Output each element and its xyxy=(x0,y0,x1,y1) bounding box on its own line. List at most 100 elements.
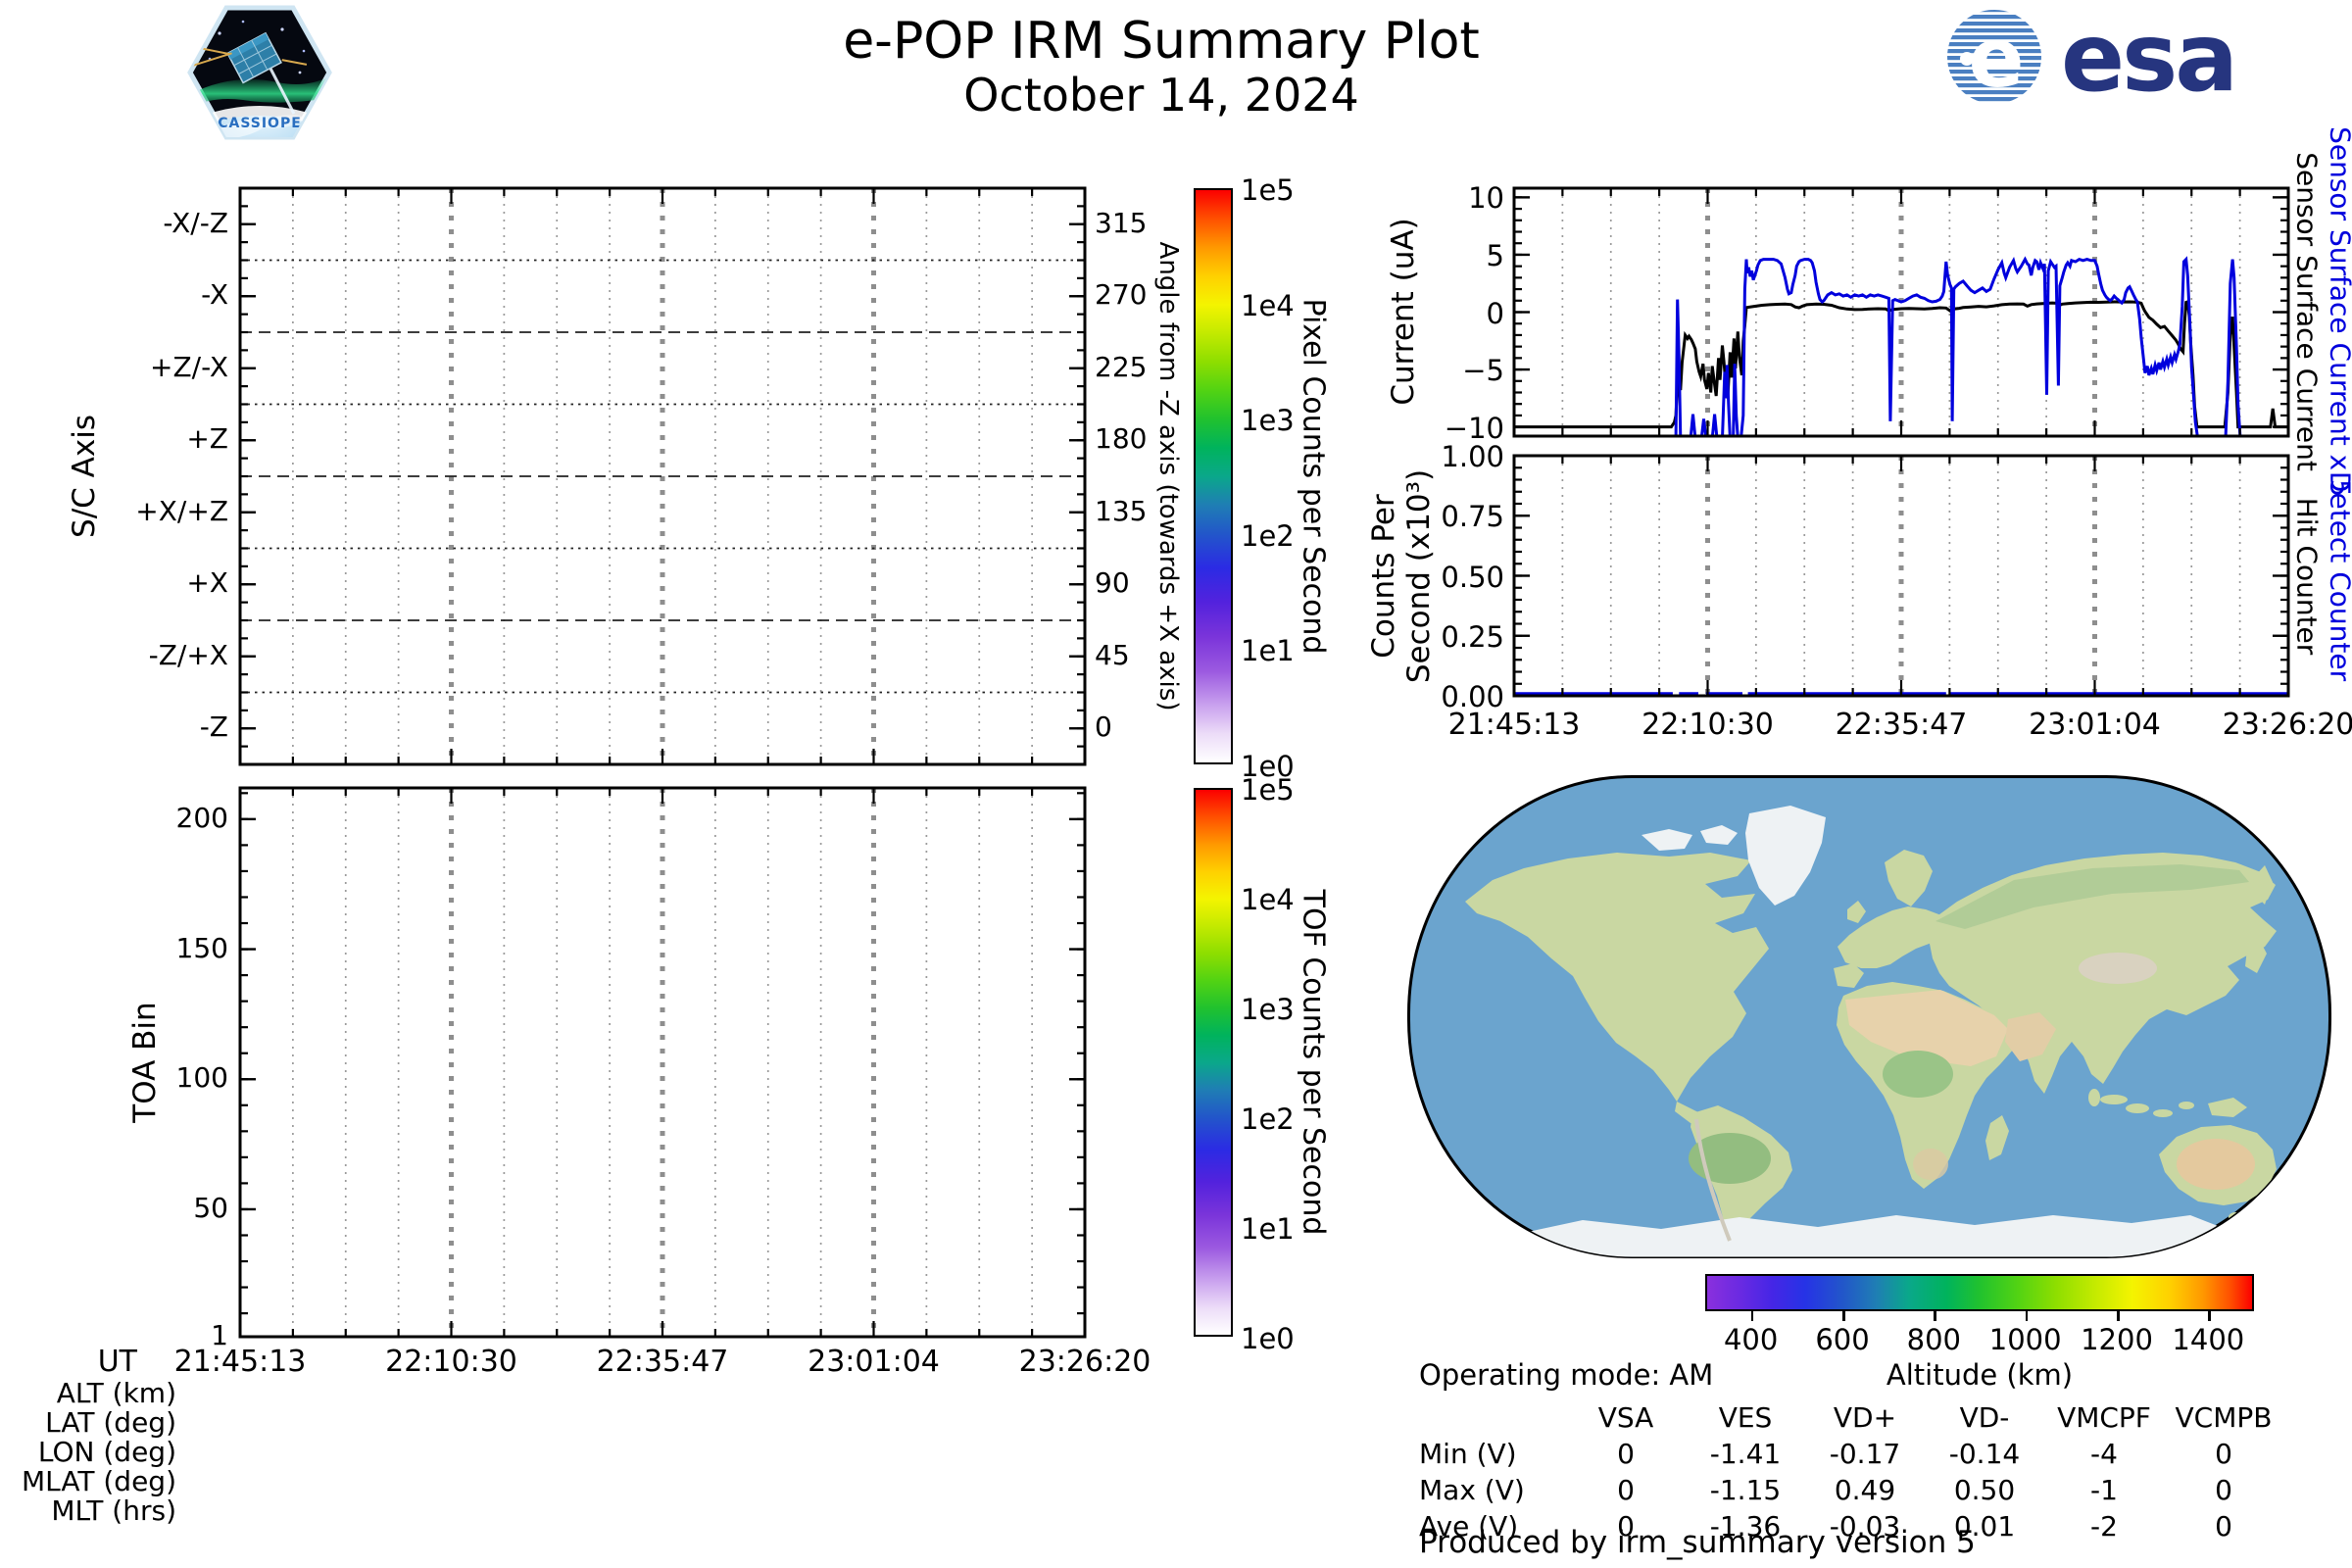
sc-category-label: -X/-Z xyxy=(0,210,228,237)
ephemeris-row-label: MLAT (deg) xyxy=(0,1468,176,1495)
voltage-column-header: VD+ xyxy=(1805,1399,1925,1436)
time-tick-label-left: 21:45:13 xyxy=(174,1345,307,1379)
plot-cur xyxy=(1514,188,2288,436)
series-line xyxy=(1673,260,2288,439)
angle-tick-label: 180 xyxy=(1095,425,1147,453)
time-tick-label-right: 23:01:04 xyxy=(2029,708,2161,742)
toa-ytick-label: 200 xyxy=(0,805,228,832)
toa-ytick-label: 100 xyxy=(0,1064,228,1092)
voltage-value: 0.49 xyxy=(1805,1472,1925,1508)
time-tick-label-right: 22:10:30 xyxy=(1642,708,1774,742)
toa-ytick-label: 50 xyxy=(0,1195,228,1222)
page-title: e-POP IRM Summary Plot xyxy=(843,12,1480,71)
sc-category-label: +X/+Z xyxy=(0,498,228,525)
tof_colorbar-tick-label: 1e4 xyxy=(1241,883,1295,916)
counts-ylabel-line2: Second (x10³) xyxy=(1401,469,1437,683)
time-tick-label-right: 21:45:13 xyxy=(1448,708,1581,742)
voltage-column-header: VES xyxy=(1686,1399,1805,1436)
sc-category-label: +Z xyxy=(0,425,228,453)
voltage-column-header: VSA xyxy=(1566,1399,1686,1436)
patch-cassiope-text: CASSIOPE xyxy=(218,116,302,131)
voltage-value: 0 xyxy=(2164,1436,2283,1472)
time-tick-label-left: 22:10:30 xyxy=(385,1345,517,1379)
operating-mode-text: Operating mode: AM xyxy=(1419,1358,1713,1392)
sc-category-label: +Z/-X xyxy=(0,354,228,381)
angle-tick-label: 0 xyxy=(1095,713,1112,741)
tof_colorbar-tick-label: 1e2 xyxy=(1241,1102,1295,1136)
voltage-table: VSAVESVD+VD-VMCPFVCMPBMin (V)0-1.41-0.17… xyxy=(1419,1399,2283,1544)
voltage-value: 0 xyxy=(1566,1472,1686,1508)
plot-sc xyxy=(240,188,1085,764)
cassiope-mission-patch-icon: CASSIOPE xyxy=(184,4,335,141)
time-tick-label-right: 22:35:47 xyxy=(1836,708,1968,742)
voltage-value: -0.14 xyxy=(1925,1436,2044,1472)
voltage-value: -0.17 xyxy=(1805,1436,1925,1472)
angle-tick-label: 225 xyxy=(1095,354,1147,381)
angle-tick-label: 45 xyxy=(1095,642,1130,669)
tof_colorbar-tick-label: 1e1 xyxy=(1241,1212,1295,1246)
sc-category-label: -Z/+X xyxy=(0,642,228,669)
ut-label: UT xyxy=(0,1345,137,1379)
current-right-label-blue: Sensor Surface Current x 5 xyxy=(2325,126,2352,497)
altitude-tick-label: 1400 xyxy=(2172,1323,2244,1356)
pixel_colorbar-tick-label: 1e5 xyxy=(1241,173,1295,207)
voltage-value: -4 xyxy=(2044,1436,2164,1472)
time-tick-label-right: 23:26:20 xyxy=(2223,708,2352,742)
pixel_colorbar-tick-label: 1e3 xyxy=(1241,404,1295,437)
ephemeris-row-label: LON (deg) xyxy=(0,1439,176,1466)
pixel-colorbar-label: Pixel Counts per Second xyxy=(1297,299,1331,655)
voltage-value: -2 xyxy=(2044,1508,2164,1544)
pixel-colorbar xyxy=(1194,188,1233,764)
voltage-value: -1.41 xyxy=(1686,1436,1805,1472)
epop-irm-summary-page: CASSIOPE e-POP IRM Summary Plot October … xyxy=(0,0,2352,1568)
altitude-tick-label: 800 xyxy=(1907,1323,1961,1356)
altitude-colorbar xyxy=(1705,1274,2254,1311)
voltage-row-label: Max (V) xyxy=(1419,1472,1566,1508)
table-row: Min (V)0-1.41-0.17-0.14-40 xyxy=(1419,1436,2283,1472)
sc-category-label: -X xyxy=(0,281,228,309)
sc-category-label: +X xyxy=(0,569,228,597)
table-corner xyxy=(1419,1399,1566,1436)
page-date: October 14, 2024 xyxy=(963,69,1359,122)
table-row: Max (V)0-1.150.490.50-10 xyxy=(1419,1472,2283,1508)
angle-tick-label: 135 xyxy=(1095,498,1147,525)
tof_colorbar-tick-label: 1e3 xyxy=(1241,993,1295,1026)
svg-text:e: e xyxy=(1969,10,2025,106)
ephemeris-row-label: LAT (deg) xyxy=(0,1409,176,1437)
voltage-value: 0.50 xyxy=(1925,1472,2044,1508)
voltage-value: -1.15 xyxy=(1686,1472,1805,1508)
current-ytick-label: 10 xyxy=(1372,181,1504,215)
current-right-label-black: Sensor Surface Current xyxy=(2291,152,2324,471)
voltage-value: 0 xyxy=(1566,1436,1686,1472)
toa-ytick-label: 150 xyxy=(0,935,228,962)
tof_colorbar-tick-label: 1e0 xyxy=(1241,1322,1295,1355)
esa-logo-icon: e esa xyxy=(1945,8,2249,106)
angle-tick-label: 90 xyxy=(1095,569,1130,597)
tof-colorbar-label: TOF Counts per Second xyxy=(1297,890,1331,1236)
altitude-tick-label: 600 xyxy=(1815,1323,1869,1356)
toa-ylabel: TOA Bin xyxy=(127,1002,163,1122)
altitude-tick-label: 400 xyxy=(1724,1323,1778,1356)
plot-cnt xyxy=(1514,456,2288,696)
altitude-bar-label: Altitude (km) xyxy=(1886,1358,2073,1392)
angle-axis-label: Angle from -Z axis (towards +X axis) xyxy=(1153,242,1183,711)
voltage-column-header: VMCPF xyxy=(2044,1399,2164,1436)
voltage-value: 0 xyxy=(2164,1508,2283,1544)
pixel_colorbar-tick-label: 1e1 xyxy=(1241,634,1295,667)
altitude-tick-label: 1200 xyxy=(2081,1323,2153,1356)
sc-category-label: -Z xyxy=(0,713,228,741)
counts-ylabel-line1: Counts Per xyxy=(1366,494,1401,658)
ephemeris-row-label: MLT (hrs) xyxy=(0,1497,176,1525)
angle-tick-label: 270 xyxy=(1095,281,1147,309)
current-ylabel: Current (uA) xyxy=(1386,218,1421,405)
time-tick-label-left: 23:01:04 xyxy=(808,1345,940,1379)
time-tick-label-left: 22:35:47 xyxy=(597,1345,729,1379)
voltage-value: -1 xyxy=(2044,1472,2164,1508)
pixel_colorbar-tick-label: 1e4 xyxy=(1241,289,1295,322)
voltage-column-header: VD- xyxy=(1925,1399,2044,1436)
plot-toa xyxy=(240,788,1085,1337)
pixel_colorbar-tick-label: 1e2 xyxy=(1241,519,1295,553)
counts-right-label-blue: Detect Counter xyxy=(2325,471,2352,681)
time-tick-label-left: 23:26:20 xyxy=(1019,1345,1152,1379)
esa-wordmark: esa xyxy=(2061,8,2235,106)
